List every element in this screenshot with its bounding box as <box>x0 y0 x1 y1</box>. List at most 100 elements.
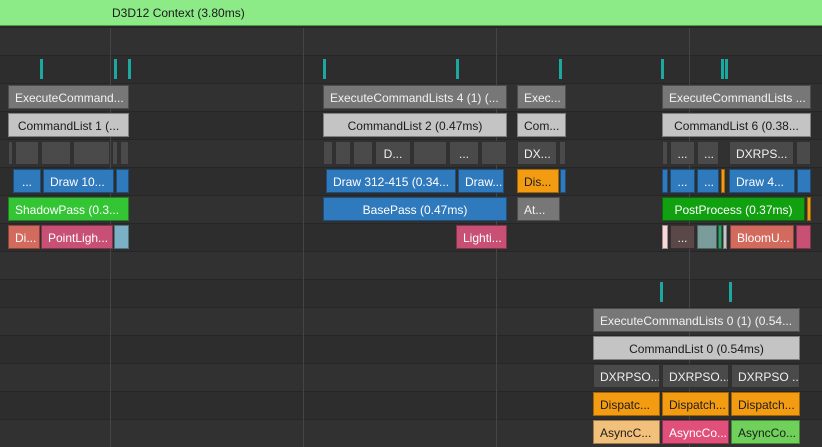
pipeline-state-block[interactable] <box>120 141 129 165</box>
timeline-lane <box>0 251 822 279</box>
async-compute-block[interactable]: AsyncCo... <box>731 420 800 444</box>
subpass-block[interactable] <box>718 225 722 249</box>
execute-command-lists-block[interactable]: ExecuteCommandLists 4 (1) (... <box>323 85 507 109</box>
pipeline-state-block[interactable]: DXRPS... <box>729 141 794 165</box>
draw-block[interactable]: ... <box>670 169 695 193</box>
block-label: ... <box>677 175 688 189</box>
command-list-block[interactable]: CommandList 0 (0.54ms) <box>593 336 800 360</box>
block-label: AsyncCo... <box>738 426 797 440</box>
block-label: ExecuteCommand... <box>15 91 124 105</box>
pipeline-state-block[interactable]: DXRPSO ... <box>731 364 800 388</box>
event-marker[interactable] <box>729 282 732 302</box>
async-compute-block[interactable]: AsyncCo... <box>662 420 729 444</box>
subpass-block[interactable]: PointLigh... <box>41 225 113 249</box>
event-marker[interactable] <box>660 282 663 302</box>
dispatch-block[interactable]: Dispatc... <box>593 392 660 416</box>
subpass-block[interactable] <box>697 225 717 249</box>
subpass-block[interactable]: Di... <box>8 225 40 249</box>
command-list-block[interactable]: CommandList 1 (... <box>8 113 129 137</box>
block-label: BloomU... <box>737 231 790 245</box>
block-label: Dispatc... <box>600 398 651 412</box>
pipeline-state-block[interactable]: DX... <box>517 141 557 165</box>
block-label: Draw 4... <box>736 175 785 189</box>
draw-block[interactable]: Draw 312-415 (0.34... <box>326 169 456 193</box>
pass-block[interactable]: ShadowPass (0.3... <box>8 197 129 221</box>
pipeline-state-block[interactable] <box>481 141 507 165</box>
event-marker[interactable] <box>721 59 724 79</box>
dispatch-block[interactable]: Dispatch... <box>731 392 800 416</box>
subpass-block[interactable] <box>114 225 129 249</box>
dispatch-block[interactable]: Dis... <box>517 169 559 193</box>
block-label: CommandList 0 (0.54ms) <box>629 342 764 356</box>
subpass-block[interactable]: Lighti... <box>456 225 507 249</box>
pipeline-state-block[interactable] <box>15 141 39 165</box>
pipeline-state-block[interactable]: DXRPSO... <box>662 364 729 388</box>
pipeline-state-block[interactable]: D... <box>375 141 411 165</box>
pipeline-state-block[interactable] <box>335 141 351 165</box>
block-label: D... <box>383 147 403 161</box>
block-label: DX... <box>524 147 551 161</box>
timeline-lane <box>0 27 822 55</box>
execute-command-lists-block[interactable]: ExecuteCommandLists ... <box>662 85 811 109</box>
draw-block[interactable] <box>797 169 811 193</box>
dispatch-block[interactable]: Dispatch... <box>662 392 729 416</box>
block-label: ... <box>704 175 715 189</box>
block-label: Dispatch... <box>738 398 795 412</box>
command-list-block[interactable]: CommandList 2 (0.47ms) <box>323 113 507 137</box>
dispatch-block[interactable] <box>721 169 725 193</box>
event-marker[interactable] <box>456 59 459 79</box>
block-label: PostProcess (0.37ms) <box>674 203 793 217</box>
subpass-block[interactable] <box>723 225 727 249</box>
event-marker[interactable] <box>114 59 117 79</box>
event-marker[interactable] <box>40 59 43 79</box>
pipeline-state-block[interactable]: ... <box>670 141 695 165</box>
event-marker[interactable] <box>661 59 664 79</box>
timeline-lane <box>0 279 822 307</box>
pipeline-state-block[interactable] <box>662 141 668 165</box>
command-list-block[interactable]: CommandList 6 (0.38... <box>662 113 811 137</box>
pipeline-state-block[interactable] <box>413 141 447 165</box>
subpass-block[interactable]: ... <box>670 225 695 249</box>
event-marker[interactable] <box>725 59 728 79</box>
pass-block[interactable]: At... <box>517 197 560 221</box>
draw-block[interactable]: Draw... <box>458 169 504 193</box>
draw-block[interactable] <box>116 169 129 193</box>
block-label: At... <box>524 203 546 217</box>
subpass-block[interactable] <box>662 225 668 249</box>
pass-block[interactable]: PostProcess (0.37ms) <box>662 197 805 221</box>
subpass-block[interactable] <box>796 225 811 249</box>
block-label: ... <box>458 147 469 161</box>
pass-block[interactable] <box>807 197 811 221</box>
event-marker[interactable] <box>559 59 562 79</box>
async-compute-block[interactable]: AsyncC... <box>593 420 660 444</box>
draw-block[interactable]: Draw 10... <box>43 169 114 193</box>
execute-command-lists-block[interactable]: ExecuteCommand... <box>8 85 129 109</box>
draw-block[interactable] <box>560 169 566 193</box>
pipeline-state-block[interactable] <box>323 141 333 165</box>
command-list-block[interactable]: Com... <box>517 113 566 137</box>
event-marker[interactable] <box>323 59 326 79</box>
pipeline-state-block[interactable]: DXRPSO... <box>593 364 660 388</box>
draw-block[interactable] <box>662 169 668 193</box>
pipeline-state-block[interactable] <box>8 141 13 165</box>
draw-block[interactable]: ... <box>697 169 719 193</box>
event-marker[interactable] <box>128 59 131 79</box>
pipeline-state-block[interactable] <box>112 141 118 165</box>
pipeline-state-block[interactable] <box>796 141 811 165</box>
execute-command-lists-block[interactable]: ExecuteCommandLists 0 (1) (0.54... <box>593 308 800 332</box>
pass-block[interactable]: BasePass (0.47ms) <box>323 197 507 221</box>
block-label: ExecuteCommandLists ... <box>669 91 806 105</box>
block-label: ExecuteCommandLists 4 (1) (... <box>330 91 499 105</box>
pipeline-state-block[interactable]: ... <box>697 141 719 165</box>
pipeline-state-block[interactable] <box>41 141 71 165</box>
block-label: DXRPSO... <box>600 370 660 384</box>
subpass-block[interactable]: BloomU... <box>730 225 794 249</box>
pipeline-state-block[interactable] <box>353 141 373 165</box>
draw-block[interactable]: ... <box>13 169 41 193</box>
draw-block[interactable]: Draw 4... <box>729 169 795 193</box>
pipeline-state-block[interactable]: ... <box>449 141 479 165</box>
d3d12-context-bar[interactable]: D3D12 Context (3.80ms) <box>0 0 822 26</box>
pipeline-state-block[interactable] <box>73 141 110 165</box>
execute-command-lists-block[interactable]: Exec... <box>517 85 566 109</box>
pipeline-state-block[interactable] <box>559 141 566 165</box>
